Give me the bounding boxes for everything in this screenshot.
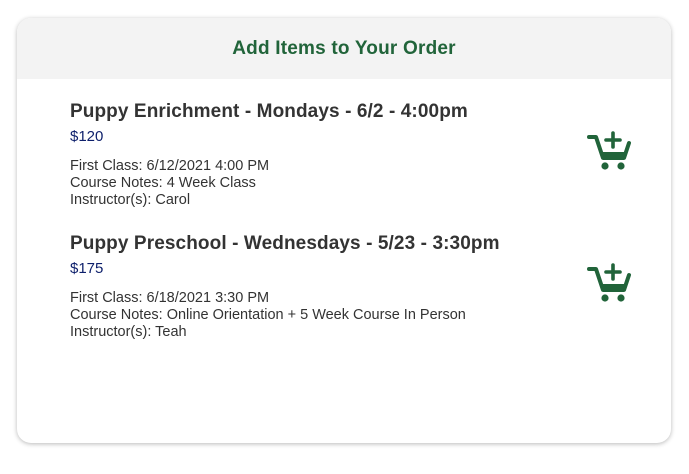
item-course-notes: Course Notes: Online Orientation + 5 Wee…: [70, 307, 466, 323]
add-to-cart-icon: [587, 131, 631, 170]
item-instructors: Instructor(s): Carol: [70, 192, 191, 208]
item-first-class: First Class: 6/18/2021 3:30 PM: [70, 290, 270, 306]
item-instructors: Instructor(s): Teah: [70, 324, 187, 340]
item-name: Puppy Preschool - Wednesdays - 5/23 - 3:…: [70, 233, 500, 254]
item-price: $175: [70, 260, 104, 277]
item-price: $120: [70, 128, 104, 145]
add-to-cart-button[interactable]: [587, 129, 633, 175]
item-details: First Class: 6/18/2021 3:30 PM Course No…: [70, 290, 630, 341]
item-first-class: First Class: 6/12/2021 4:00 PM: [70, 158, 270, 174]
item-details: First Class: 6/12/2021 4:00 PM Course No…: [70, 158, 630, 209]
list-item: Puppy Enrichment - Mondays - 6/2 - 4:00p…: [70, 100, 633, 209]
add-to-cart-icon: [587, 263, 631, 302]
add-items-card: Add Items to Your Order Puppy Enrichment…: [17, 18, 671, 443]
card-header: Add Items to Your Order: [17, 18, 671, 79]
item-name: Puppy Enrichment - Mondays - 6/2 - 4:00p…: [70, 101, 468, 122]
item-course-notes: Course Notes: 4 Week Class: [70, 175, 256, 191]
list-item: Puppy Preschool - Wednesdays - 5/23 - 3:…: [70, 232, 633, 341]
add-to-cart-button[interactable]: [587, 261, 633, 307]
card-title: Add Items to Your Order: [232, 37, 456, 59]
